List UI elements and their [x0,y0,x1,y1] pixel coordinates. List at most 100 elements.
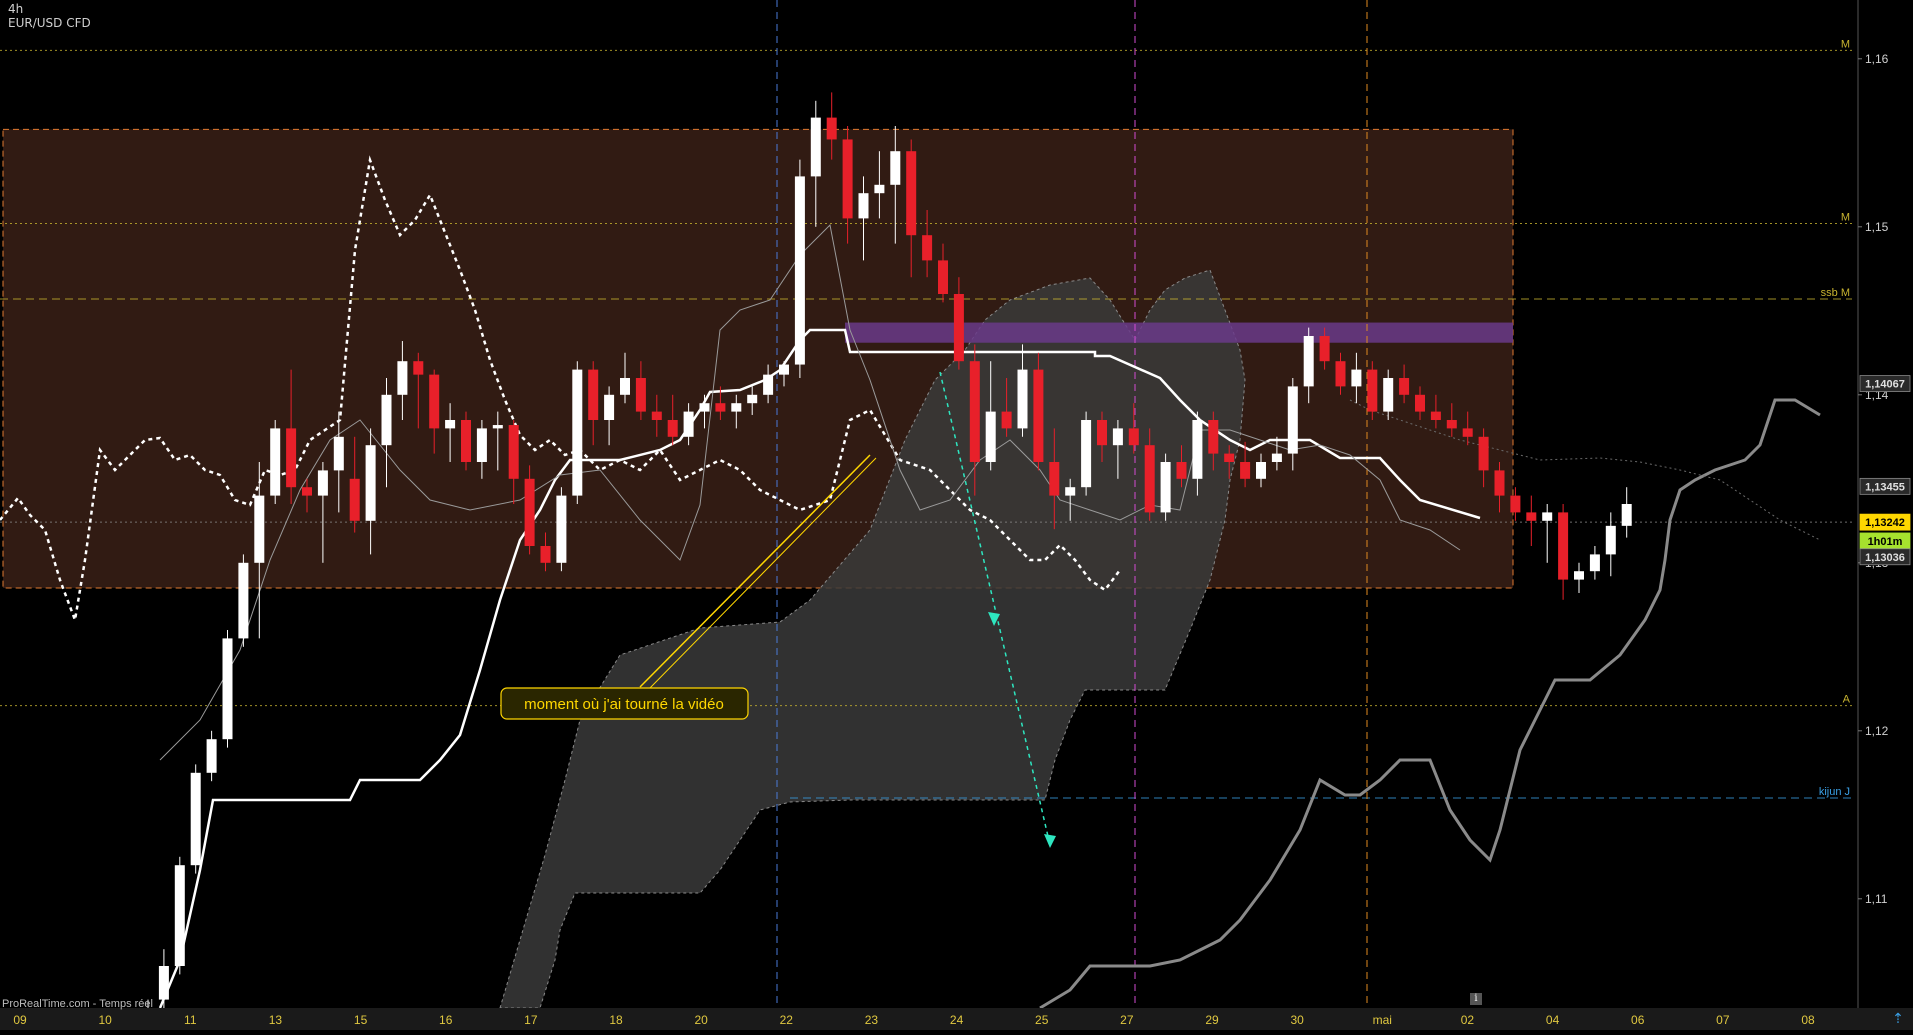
candle-body [1287,386,1298,454]
candle-body [651,411,662,420]
x-tick-label: 27 [1120,1013,1134,1027]
level-label: ssb M [1821,287,1850,299]
candle-body [1128,428,1139,446]
candle-body [858,193,869,219]
price-badge-label: 1h01m [1868,536,1903,548]
x-tick-label: 18 [609,1013,623,1027]
candle-body [238,562,249,639]
candle-body [397,361,408,395]
candle-body [826,117,837,140]
candle-body [572,369,583,496]
candle-body [985,411,996,462]
candle-body [429,374,440,429]
candle-body [667,420,678,437]
x-tick-label: 15 [354,1013,368,1027]
candle-body [1065,487,1076,496]
candle-body [461,420,471,462]
price-chart[interactable]: M Mssb M Akijun J moment où j'ai tourné la … [0,0,1913,1035]
candle-body [763,374,774,395]
candle-body [174,865,185,966]
x-tick-label: 06 [1631,1013,1645,1027]
candle-body [842,139,853,219]
x-tick-label: 22 [780,1013,794,1027]
candle-body [1144,445,1155,513]
candle-body [699,403,710,412]
candle-body [1383,378,1394,412]
candle-body [1494,470,1505,496]
candle-body [317,470,328,496]
candle-body [476,428,487,462]
candle-body [508,425,519,479]
candle-body [158,966,169,1000]
candle-body [413,361,424,375]
candle-body [1446,420,1457,429]
level-label: kijun J [1819,786,1850,798]
price-badge-label: 1,13242 [1865,517,1905,529]
x-tick-label: 16 [439,1013,453,1027]
candle-body [540,546,551,563]
candle-body [270,428,281,496]
annotation-text: moment où j'ai tourné la vidéo [524,696,724,713]
plan-arrowhead [1044,834,1056,848]
candle-body [1399,378,1410,395]
candle-body [969,361,980,462]
x-tick-label: 25 [1035,1013,1049,1027]
candle-body [206,739,217,773]
candle-body [1526,512,1537,521]
level-label: M [1841,38,1850,50]
candle-body [1112,428,1123,446]
candle-body [1176,462,1187,479]
candle-body [890,151,901,185]
candle-body [1256,462,1266,479]
candle-body [874,184,885,194]
watermark: ProRealTime.com - Temps réel [2,998,153,1010]
instrument-label: EUR/USD CFD [8,16,91,30]
candle-body [1319,336,1330,362]
candle-body [1478,436,1489,471]
candle-body [1462,428,1473,437]
candle-body [922,235,933,261]
x-tick-label: 13 [269,1013,283,1027]
x-tick-label: 10 [98,1013,112,1027]
candle-body [620,378,630,395]
chart-canvas[interactable]: M Mssb M Akijun J moment où j'ai tourné la … [0,0,1913,1035]
candle-body [1510,495,1521,513]
info-icon[interactable]: i [1470,993,1482,1005]
candle-body [333,436,344,471]
x-tick-label: 17 [524,1013,538,1027]
candle-body [190,772,201,866]
range-box [2,128,1514,589]
candle-body [1001,411,1012,429]
candle-body [810,117,821,177]
ssb-band [845,322,1513,343]
x-tick-label: 23 [865,1013,879,1027]
price-badge-label: 1,13455 [1865,481,1905,493]
candle-body [1621,504,1632,526]
candle-body [1415,394,1425,412]
x-tick-label: 29 [1205,1013,1219,1027]
candle-body [1367,369,1378,412]
candle-body [445,420,456,429]
x-tick-label: mai [1373,1013,1392,1027]
candle-body [1240,462,1251,479]
scroll-arrow-icon[interactable]: ⇡ [1890,1010,1906,1026]
candle-body [1430,411,1441,420]
candle-body [1605,525,1616,555]
candle-body [1097,420,1107,446]
x-tick-label: 07 [1716,1013,1730,1027]
x-tick-label: 09 [13,1013,27,1027]
candle-body [1017,369,1028,429]
candle-body [381,394,392,446]
candle-body [1558,512,1569,580]
level-label: M [1841,211,1850,223]
x-tick-label: 02 [1461,1013,1475,1027]
candle-body [1224,453,1235,462]
candle-body [1033,369,1044,462]
candle-body [1049,462,1060,496]
candle-body [683,411,694,437]
candle-body [524,478,535,546]
candle-body [588,369,599,420]
candle-body [635,378,646,412]
price-badge-label: 1,14067 [1865,379,1905,391]
level-label: A [1843,694,1851,706]
